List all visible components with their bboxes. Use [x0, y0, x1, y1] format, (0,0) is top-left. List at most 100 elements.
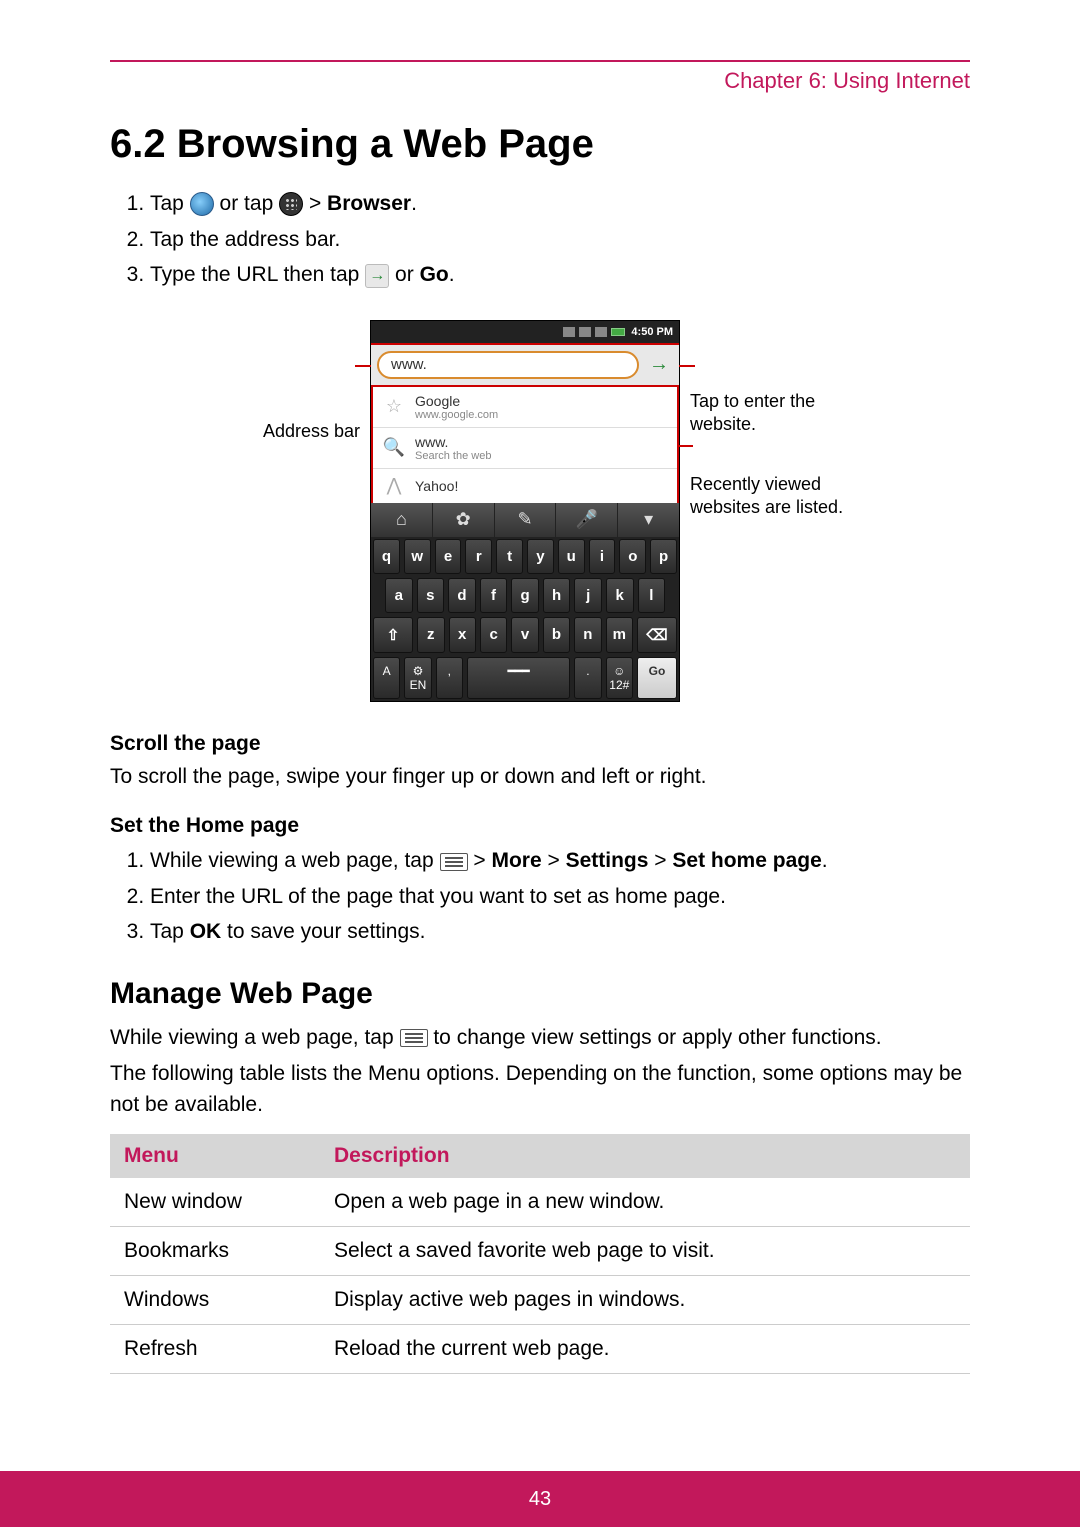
- callout-recent-websites: Recently viewed websites are listed.: [690, 473, 870, 520]
- suggestion-title: Yahoo!: [415, 478, 458, 494]
- key-j[interactable]: j: [574, 578, 602, 613]
- key-s[interactable]: s: [417, 578, 445, 613]
- suggestion-search-web[interactable]: 🔍 www. Search the web: [373, 428, 677, 469]
- key-space[interactable]: ━━━: [467, 657, 570, 699]
- key-o[interactable]: o: [619, 539, 646, 574]
- browser-toolbar: ⌂ ✿ ✎ 🎤 ▾: [371, 503, 679, 537]
- suggestion-yahoo[interactable]: ⋀ Yahoo!: [373, 469, 677, 503]
- cell-desc: Select a saved favorite web page to visi…: [320, 1227, 970, 1276]
- key-k[interactable]: k: [606, 578, 634, 613]
- callout-line-right-2: [677, 445, 693, 447]
- browser-globe-icon: [190, 192, 214, 216]
- key-lang[interactable]: ⚙ EN: [404, 657, 431, 699]
- keyboard: q w e r t y u i o p a s d: [371, 537, 679, 701]
- home-step-sethome: Set home page: [672, 849, 821, 872]
- cell-desc: Open a web page in a new window.: [320, 1178, 970, 1227]
- home-step-1d: >: [547, 849, 565, 872]
- apps-grid-icon: [279, 192, 303, 216]
- toolbar-down-icon[interactable]: ▾: [618, 503, 679, 537]
- manage-p1a: While viewing a web page, tap: [110, 1026, 400, 1049]
- suggestion-title: Google: [415, 393, 498, 409]
- history-icon: ⋀: [383, 475, 405, 497]
- key-symbols[interactable]: ☺ 12#: [606, 657, 633, 699]
- key-z[interactable]: z: [417, 617, 444, 653]
- key-g[interactable]: g: [511, 578, 539, 613]
- home-step-3: Tap OK to save your settings.: [150, 915, 970, 949]
- address-bar-row: www. →: [371, 343, 679, 387]
- key-c[interactable]: c: [480, 617, 507, 653]
- address-go-button[interactable]: →: [645, 351, 673, 379]
- keyboard-row-2: a s d f g h j k l: [371, 576, 679, 615]
- key-a[interactable]: a: [385, 578, 413, 613]
- page-footer: 43: [0, 1471, 1080, 1527]
- cell-desc: Display active web pages in windows.: [320, 1276, 970, 1325]
- table-row: New window Open a web page in a new wind…: [110, 1178, 970, 1227]
- manage-p1b: to change view settings or apply other f…: [433, 1026, 881, 1049]
- home-step-1b: >: [473, 849, 491, 872]
- key-d[interactable]: d: [448, 578, 476, 613]
- home-step-3a: Tap: [150, 920, 190, 943]
- key-x[interactable]: x: [449, 617, 476, 653]
- key-backspace[interactable]: ⌫: [637, 617, 677, 653]
- step-3-dot: .: [449, 263, 455, 286]
- key-shift[interactable]: ⇧: [373, 617, 413, 653]
- key-l[interactable]: l: [638, 578, 666, 613]
- status-bar: 4:50 PM: [371, 321, 679, 343]
- step-3-text-b: or: [395, 263, 420, 286]
- home-step-ok: OK: [190, 920, 222, 943]
- key-p[interactable]: p: [650, 539, 677, 574]
- key-lang-bot: EN: [405, 678, 430, 692]
- key-m[interactable]: m: [606, 617, 633, 653]
- key-sym-top: ☺: [607, 664, 632, 678]
- step-1-text-c: >: [309, 192, 327, 215]
- keyboard-row-1: q w e r t y u i o p: [371, 537, 679, 576]
- cell-menu: Refresh: [110, 1325, 320, 1374]
- menu-icon: [400, 1029, 428, 1047]
- toolbar-settings-icon[interactable]: ✿: [433, 503, 495, 537]
- home-step-3c: to save your settings.: [227, 920, 425, 943]
- magnifier-icon: 🔍: [383, 437, 405, 459]
- th-description: Description: [320, 1134, 970, 1178]
- key-lang-top: ⚙: [405, 664, 430, 678]
- key-w[interactable]: w: [404, 539, 431, 574]
- page-number: 43: [529, 1488, 551, 1511]
- key-y[interactable]: y: [527, 539, 554, 574]
- toolbar-edit-icon[interactable]: ✎: [495, 503, 557, 537]
- key-r[interactable]: r: [465, 539, 492, 574]
- battery-icon: [611, 328, 625, 336]
- wifi-icon: [595, 327, 607, 337]
- phone-mock: 4:50 PM www. → ☆ Google www.goog: [370, 320, 680, 702]
- key-period[interactable]: .: [574, 657, 601, 699]
- step-3: Type the URL then tap or Go.: [150, 258, 970, 292]
- key-input-mode[interactable]: A: [373, 657, 400, 699]
- suggestions-list: ☆ Google www.google.com 🔍 www. Search th…: [371, 387, 679, 503]
- suggestion-subtitle: www.google.com: [415, 409, 498, 421]
- home-step-1f: >: [654, 849, 672, 872]
- keyboard-row-4: A ⚙ EN , ━━━ . ☺ 12# Go: [371, 655, 679, 701]
- key-v[interactable]: v: [511, 617, 538, 653]
- address-input[interactable]: www.: [377, 351, 639, 379]
- step-1-browser-bold: Browser: [327, 192, 411, 215]
- key-b[interactable]: b: [543, 617, 570, 653]
- toolbar-mic-icon[interactable]: 🎤: [556, 503, 618, 537]
- key-comma[interactable]: ,: [436, 657, 463, 699]
- step-2: Tap the address bar.: [150, 223, 970, 257]
- key-go[interactable]: Go: [637, 657, 677, 699]
- callout-line-right-1: [679, 365, 695, 367]
- key-n[interactable]: n: [574, 617, 601, 653]
- star-icon: ☆: [383, 396, 405, 418]
- callout-line-left: [355, 365, 371, 367]
- key-q[interactable]: q: [373, 539, 400, 574]
- key-i[interactable]: i: [589, 539, 616, 574]
- suggestion-title: www.: [415, 434, 491, 450]
- suggestion-google[interactable]: ☆ Google www.google.com: [373, 387, 677, 428]
- table-row: Refresh Reload the current web page.: [110, 1325, 970, 1374]
- key-u[interactable]: u: [558, 539, 585, 574]
- key-f[interactable]: f: [480, 578, 508, 613]
- scroll-heading: Scroll the page: [110, 732, 970, 756]
- key-e[interactable]: e: [435, 539, 462, 574]
- key-h[interactable]: h: [543, 578, 571, 613]
- signal-icon: [563, 327, 575, 337]
- key-t[interactable]: t: [496, 539, 523, 574]
- toolbar-home-icon[interactable]: ⌂: [371, 503, 433, 537]
